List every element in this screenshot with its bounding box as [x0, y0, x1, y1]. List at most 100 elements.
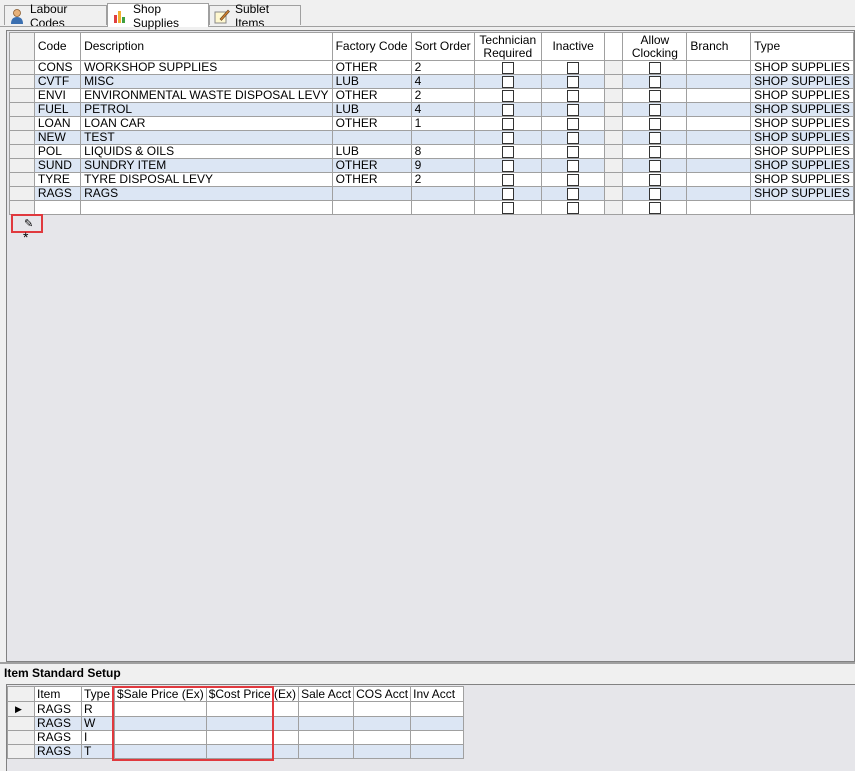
checkbox[interactable]: [567, 145, 580, 158]
checkbox[interactable]: [567, 201, 580, 214]
cell-technician-required[interactable]: [473, 144, 542, 159]
cell-type[interactable]: SHOP SUPPLIES: [750, 172, 854, 187]
cell-technician-required[interactable]: [473, 74, 542, 89]
cell-sort-order[interactable]: 1: [410, 116, 475, 131]
cell-item[interactable]: RAGS: [34, 730, 82, 745]
checkbox[interactable]: [648, 103, 661, 116]
cell-branch[interactable]: [686, 130, 752, 145]
cell-technician-required[interactable]: [473, 88, 542, 103]
cell-branch[interactable]: [686, 74, 752, 89]
row-selector[interactable]: ▶: [7, 701, 35, 717]
cell-type[interactable]: [750, 200, 854, 215]
checkbox[interactable]: [648, 61, 661, 74]
table-row[interactable]: FUEL PETROL LUB 4 SHOP SUPPLIES: [9, 102, 854, 117]
cell-allow-clocking[interactable]: [622, 116, 688, 131]
column-header-technician-required[interactable]: Technician Required: [473, 32, 542, 61]
cell-technician-required[interactable]: [473, 102, 542, 117]
cell-type[interactable]: SHOP SUPPLIES: [750, 88, 854, 103]
cell-inactive[interactable]: [540, 186, 606, 201]
checkbox[interactable]: [501, 145, 514, 158]
tab-sublet-items[interactable]: Sublet Items: [209, 2, 301, 30]
cell-code[interactable]: CONS: [33, 60, 82, 75]
cell-inactive[interactable]: [540, 60, 606, 75]
table-row[interactable]: TYRE TYRE DISPOSAL LEVY OTHER 2 SHOP SUPPLIE…: [9, 172, 854, 187]
column-header-type[interactable]: Type: [81, 686, 115, 702]
cell-type[interactable]: R: [81, 701, 115, 717]
cell-technician-required[interactable]: [473, 172, 542, 187]
checkbox[interactable]: [501, 103, 514, 116]
checkbox[interactable]: [567, 187, 580, 200]
checkbox[interactable]: [501, 131, 514, 144]
cell-description[interactable]: TYRE DISPOSAL LEVY: [80, 172, 333, 187]
row-selector[interactable]: [9, 74, 35, 89]
shop-supplies-grid[interactable]: Code Description Factory Code Sort Order…: [6, 30, 855, 662]
cell-type[interactable]: SHOP SUPPLIES: [750, 158, 854, 173]
checkbox[interactable]: [648, 173, 661, 186]
checkbox[interactable]: [501, 159, 514, 172]
cell-sale-acct[interactable]: [298, 701, 355, 717]
column-header-inv-acct[interactable]: Inv Acct: [410, 686, 465, 702]
cell-inactive[interactable]: [540, 116, 606, 131]
column-header-cos-acct[interactable]: COS Acct: [353, 686, 412, 702]
cell-factory-code[interactable]: OTHER: [331, 88, 412, 103]
cell-sale-acct[interactable]: [298, 716, 355, 731]
cell-allow-clocking[interactable]: [622, 144, 688, 159]
row-selector[interactable]: [9, 130, 35, 145]
checkbox[interactable]: [648, 131, 661, 144]
row-selector[interactable]: [9, 60, 35, 75]
column-header-sale-acct[interactable]: Sale Acct: [298, 686, 355, 702]
cell-code[interactable]: FUEL: [33, 102, 82, 117]
cell-type[interactable]: SHOP SUPPLIES: [750, 116, 854, 131]
checkbox[interactable]: [501, 187, 514, 200]
cell-item[interactable]: RAGS: [34, 716, 82, 731]
cell-allow-clocking[interactable]: [622, 74, 688, 89]
cell-allow-clocking[interactable]: [622, 172, 688, 187]
cell-technician-required[interactable]: [473, 116, 542, 131]
checkbox[interactable]: [567, 117, 580, 130]
cell-type[interactable]: W: [81, 716, 115, 731]
cell-type[interactable]: SHOP SUPPLIES: [750, 102, 854, 117]
cell-factory-code[interactable]: OTHER: [331, 60, 412, 75]
cell-factory-code[interactable]: [331, 200, 412, 215]
cell-description[interactable]: PETROL: [80, 102, 333, 117]
cell-sort-order[interactable]: 4: [410, 102, 475, 117]
cell-inv-acct[interactable]: [410, 744, 465, 759]
row-selector[interactable]: [9, 88, 35, 103]
cell-branch[interactable]: [686, 144, 752, 159]
cell-description[interactable]: SUNDRY ITEM: [80, 158, 333, 173]
checkbox[interactable]: [648, 145, 661, 158]
cell-type[interactable]: I: [81, 730, 115, 745]
cell-inactive[interactable]: [540, 200, 606, 215]
cell-description[interactable]: RAGS: [80, 186, 333, 201]
column-header-inactive[interactable]: Inactive: [540, 32, 606, 61]
checkbox[interactable]: [648, 159, 661, 172]
table-row[interactable]: SUND SUNDRY ITEM OTHER 9 SHOP SUPPLIES: [9, 158, 854, 173]
row-selector[interactable]: [7, 744, 35, 759]
cell-branch[interactable]: [686, 116, 752, 131]
row-selector[interactable]: [9, 186, 35, 201]
column-header-item[interactable]: Item: [34, 686, 82, 702]
cell-cos-acct[interactable]: [353, 716, 412, 731]
row-selector[interactable]: [9, 144, 35, 159]
checkbox[interactable]: [648, 201, 661, 214]
cell-branch[interactable]: [686, 158, 752, 173]
cell-technician-required[interactable]: [473, 186, 542, 201]
column-header-branch[interactable]: Branch: [686, 32, 752, 61]
cell-sort-order[interactable]: [410, 130, 475, 145]
cell-description[interactable]: WORKSHOP SUPPLIES: [80, 60, 333, 75]
cell-code[interactable]: ENVI: [33, 88, 82, 103]
cell-cos-acct[interactable]: [353, 701, 412, 717]
table-row[interactable]: POL LIQUIDS & OILS LUB 8 SHOP SUPPLIES: [9, 144, 854, 159]
cell-allow-clocking[interactable]: [622, 200, 688, 215]
table-row[interactable]: LOAN LOAN CAR OTHER 1 SHOP SUPPLIES: [9, 116, 854, 131]
checkbox[interactable]: [648, 117, 661, 130]
cell-sort-order[interactable]: [410, 186, 475, 201]
cell-code[interactable]: RAGS: [33, 186, 82, 201]
cell-sort-order[interactable]: 2: [410, 88, 475, 103]
splitter[interactable]: [0, 662, 855, 664]
cell-code[interactable]: TYRE: [33, 172, 82, 187]
cell-type[interactable]: SHOP SUPPLIES: [750, 74, 854, 89]
cell-type[interactable]: SHOP SUPPLIES: [750, 144, 854, 159]
row-selector[interactable]: [9, 200, 35, 215]
cell-factory-code[interactable]: [331, 186, 412, 201]
